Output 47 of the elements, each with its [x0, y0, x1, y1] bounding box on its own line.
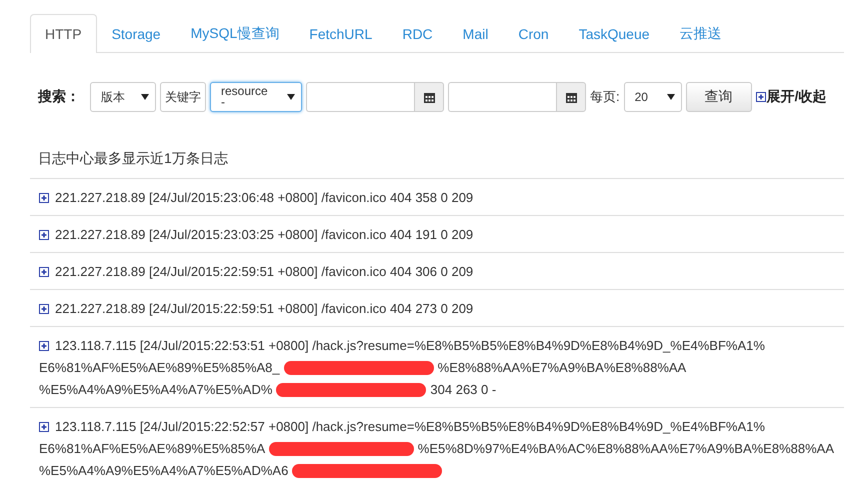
tab[interactable]: FetchURL — [294, 14, 388, 53]
log-text: E6%81%AF%E5%AE%89%E5%85%A — [39, 440, 266, 457]
tab[interactable]: 云推送 — [664, 14, 737, 53]
log-text: 123.118.7.115 [24/Jul/2015:22:52:57 +0800] /hack.js?resume=%E8%B5%B5%E8%B4%9D%E8%B4%9D_%E4%BF%A1% — [55, 418, 765, 435]
caret-icon — [666, 94, 675, 100]
per-page-select[interactable]: 20 — [624, 82, 682, 112]
log-text: 123.118.7.115 [24/Jul/2015:22:53:51 +0800] /hack.js?resume=%E8%B5%B5%E8%B4%9D%E8%B4%9D_%E4%BF%A1% — [55, 337, 765, 354]
caret-icon — [287, 94, 295, 100]
query-button[interactable]: 查询 — [686, 82, 752, 112]
tab[interactable]: Cron — [503, 14, 564, 53]
tab[interactable]: Storage — [96, 14, 176, 53]
toggle-link[interactable]: 展开/收起 — [766, 88, 827, 106]
field-select[interactable]: resource - — [210, 82, 302, 112]
notice-text: 日志中心最多显示近1万条日志 — [38, 150, 229, 168]
search-label: 搜索： — [38, 88, 80, 106]
log-text: %E5%8D%97%E4%BA%AC%E8%88%AA%E7%A9%BA%E8%88%AA — [418, 440, 834, 457]
expand-icon[interactable] — [39, 192, 49, 202]
calendar-icon — [424, 92, 434, 102]
calendar-icon — [566, 92, 576, 102]
keyword-button[interactable]: 关键字 — [160, 82, 206, 112]
tab[interactable]: TaskQueue — [564, 14, 665, 53]
tab[interactable]: HTTP — [30, 14, 97, 53]
log-text: 221.227.218.89 [24/Jul/2015:23:06:48 +0800] /favicon.ico 404 358 0 209 — [55, 189, 474, 206]
log-text: 221.227.218.89 [24/Jul/2015:22:59:51 +0800] /favicon.ico 404 306 0 209 — [55, 263, 474, 280]
log-text: 304 263 0 - — [430, 381, 496, 398]
expand-icon[interactable] — [39, 230, 49, 240]
tab[interactable]: MySQL慢查询 — [176, 14, 294, 53]
tab[interactable]: RDC — [387, 14, 448, 53]
log-text: E6%81%AF%E5%AE%89%E5%85%A8_ — [39, 359, 280, 376]
expand-icon[interactable] — [756, 92, 766, 102]
calendar-button[interactable] — [414, 82, 444, 112]
caret-icon — [141, 94, 149, 100]
end-date-field[interactable] — [448, 82, 556, 112]
expand-icon[interactable] — [39, 304, 49, 314]
log-text: %E8%88%AA%E7%A9%BA%E8%88%AA — [438, 359, 686, 376]
expand-icon[interactable] — [39, 266, 49, 276]
tab[interactable]: Mail — [448, 14, 504, 53]
calendar-button[interactable] — [556, 82, 586, 112]
log-text: %E5%A4%A9%E5%A4%A7%E5%AD%A6 — [39, 462, 288, 479]
version-select[interactable]: 版本 — [90, 82, 156, 112]
log-text: 221.227.218.89 [24/Jul/2015:22:59:51 +0800] /favicon.ico 404 273 0 209 — [55, 300, 474, 317]
log-text: 221.227.218.89 [24/Jul/2015:23:03:25 +0800] /favicon.ico 404 191 0 209 — [55, 226, 474, 243]
start-date-field[interactable] — [306, 82, 414, 112]
per-page-label: 每页: — [590, 88, 620, 106]
expand-icon[interactable] — [39, 422, 49, 432]
expand-icon[interactable] — [39, 340, 49, 350]
log-text: %E5%A4%A9%E5%A4%A7%E5%AD% — [39, 381, 272, 398]
